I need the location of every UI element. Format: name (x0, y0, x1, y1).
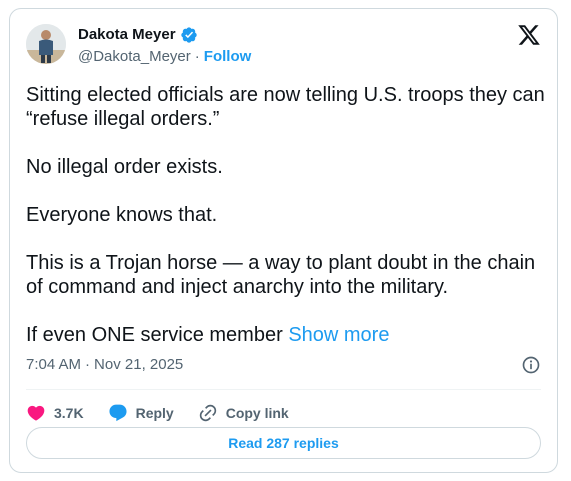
timestamp-row[interactable]: 7:04 AM · Nov 21, 2025 (26, 355, 183, 375)
read-replies-label: Read 287 replies (228, 435, 339, 451)
author-name-row: Dakota Meyer (78, 25, 198, 45)
divider (26, 389, 541, 390)
avatar-photo (26, 24, 66, 64)
tweet-paragraph: This is a Trojan horse — a way to plant … (26, 252, 536, 298)
reply-button[interactable]: Reply (108, 403, 174, 423)
tweet-time: 7:04 AM (26, 356, 82, 373)
handle-separator: · (194, 48, 200, 65)
link-icon (199, 404, 216, 422)
tweet-paragraph: No illegal order exists. (26, 156, 223, 178)
x-logo-icon[interactable] (517, 23, 541, 47)
tweet-paragraph-text: If even ONE service member (26, 324, 283, 346)
tweet-paragraph: Sitting elected officials are now tellin… (26, 84, 545, 130)
follow-button[interactable]: Follow (204, 47, 252, 67)
author-name[interactable]: Dakota Meyer (78, 25, 176, 45)
copy-link-button[interactable]: Copy link (198, 403, 289, 423)
reply-label: Reply (135, 405, 174, 421)
tweet-paragraph: Everyone knows that. (26, 204, 218, 226)
author-handle-row: @Dakota_Meyer · Follow (78, 47, 251, 67)
like-count: 3.7K (54, 405, 84, 421)
author-handle[interactable]: @Dakota_Meyer (78, 47, 191, 67)
tweet-date: Nov 21, 2025 (94, 356, 184, 373)
heart-icon (27, 405, 45, 421)
reply-bubble-icon (109, 404, 127, 422)
tweet-text: Sitting elected officials are now tellin… (26, 83, 546, 347)
info-icon[interactable] (521, 355, 541, 375)
copy-link-label: Copy link (225, 405, 289, 421)
like-button[interactable]: 3.7K (26, 403, 84, 423)
show-more-link[interactable]: Show more (288, 324, 389, 346)
verified-badge-icon (180, 26, 198, 44)
timestamp-separator: · (85, 356, 91, 373)
tweet-paragraph-last: If even ONE service member Show more (26, 323, 546, 347)
action-bar: 3.7K Reply Copy link (26, 395, 313, 431)
avatar[interactable] (26, 24, 66, 64)
tweet-card: Dakota Meyer @Dakota_Meyer · Follow Sitt… (9, 8, 558, 473)
read-replies-button[interactable]: Read 287 replies (26, 427, 541, 459)
